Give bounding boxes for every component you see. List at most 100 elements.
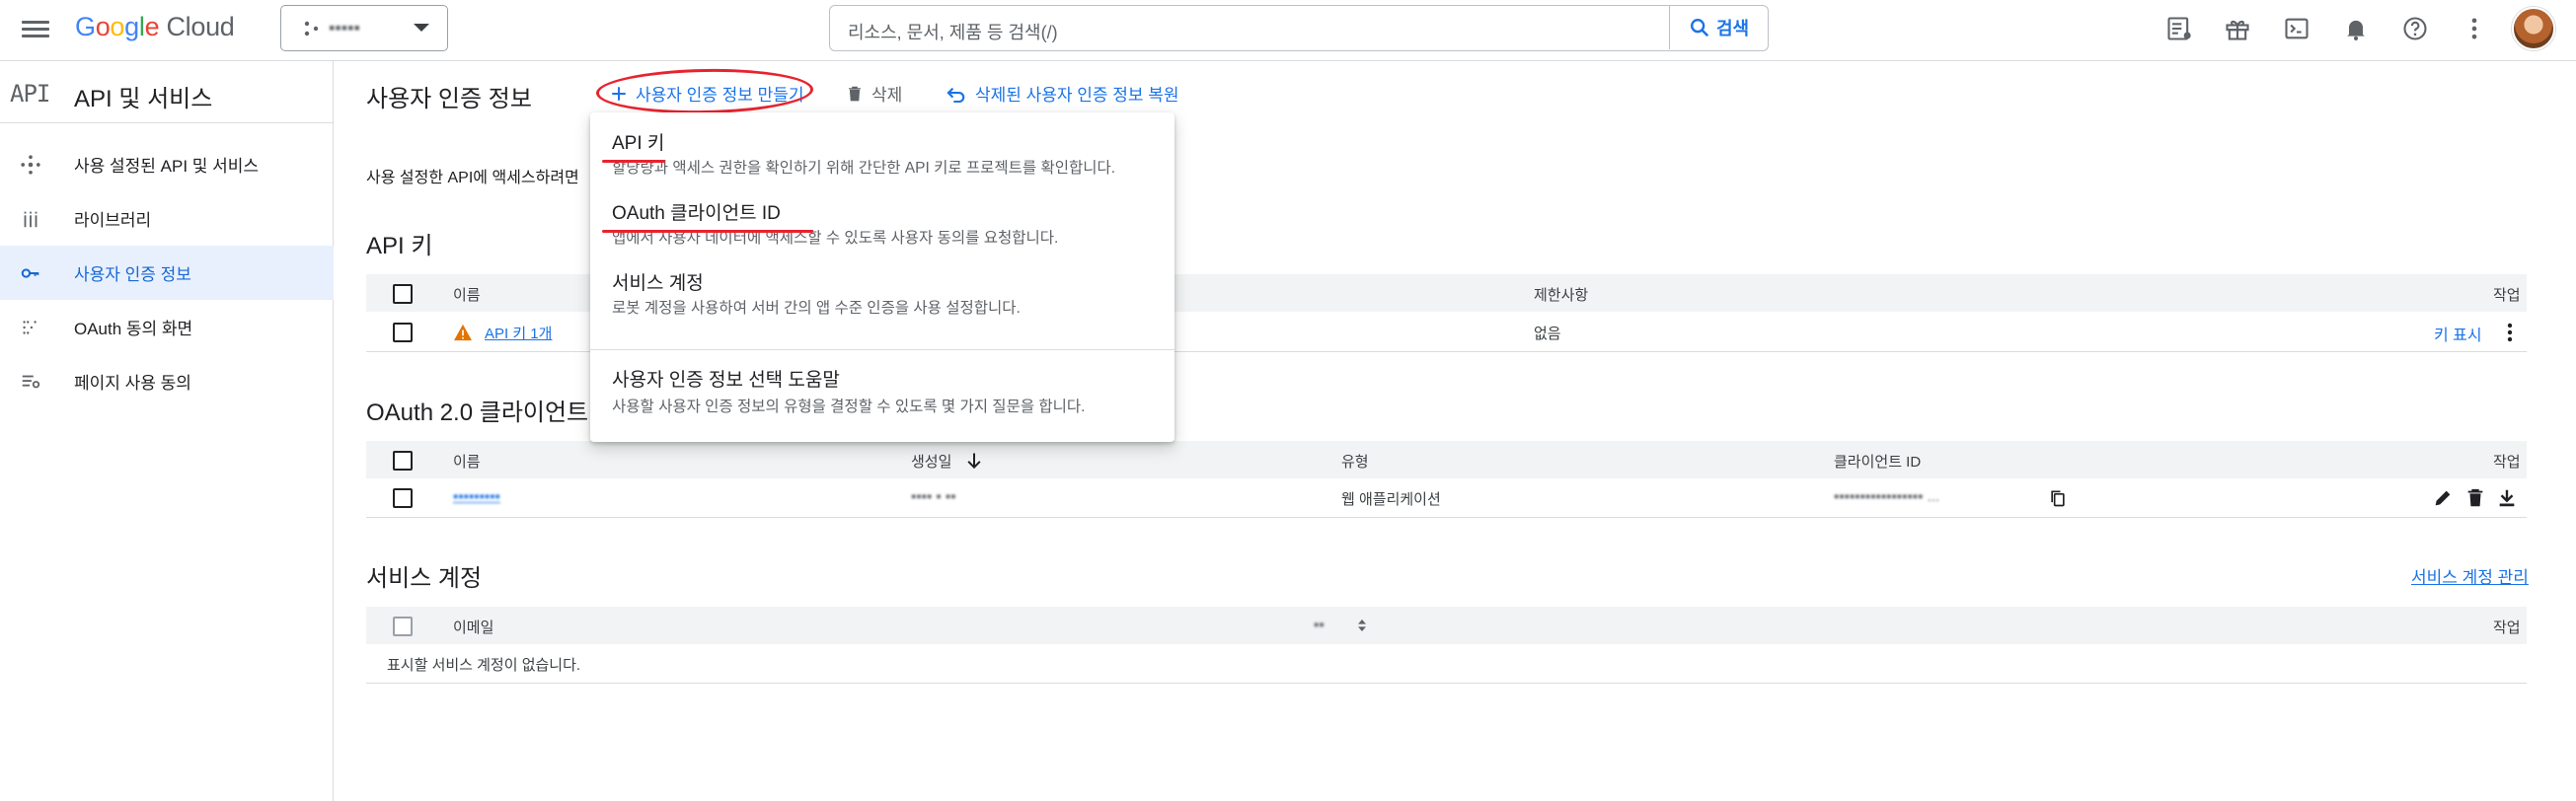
hub-icon [20, 154, 41, 176]
sidebar-item-label: OAuth 동의 화면 [74, 320, 193, 338]
col-restrictions: 제한사항 [1534, 287, 1589, 304]
api-key-link[interactable]: API 키 1개 [485, 323, 552, 343]
sidebar-item-page-usage[interactable]: 페이지 사용 동의 [0, 354, 334, 408]
more-vert-icon[interactable] [2460, 14, 2489, 43]
sidebar-title: API 및 서비스 [74, 86, 213, 112]
sidebar-item-library[interactable]: 라이브러리 [0, 191, 334, 246]
menu-item-desc: 로봇 계정을 사용하여 서버 간의 앱 수준 인증을 사용 설정합니다. [612, 300, 1021, 317]
search-button[interactable]: 검색 [1669, 6, 1768, 49]
intro-text: 사용 설정한 API에 액세스하려면 [366, 170, 579, 186]
sidebar-item-label: 사용 설정된 API 및 서비스 [74, 157, 260, 176]
trash-icon [849, 86, 861, 101]
sort-icon[interactable] [1354, 618, 1370, 633]
settings-list-icon [20, 371, 41, 393]
create-credentials-menu: API 키 할당량과 액세스 권한을 확인하기 위해 간단한 API 키로 프로… [590, 112, 1174, 442]
release-notes-icon[interactable] [2164, 14, 2194, 43]
col-email: 이메일 [453, 619, 494, 636]
restrictions-value: 없음 [1534, 326, 1561, 342]
sidebar-item-oauth-consent[interactable]: OAuth 동의 화면 [0, 300, 334, 354]
search-icon [1690, 19, 1709, 37]
col-actions: 작업 [2493, 287, 2521, 304]
search-button-label: 검색 [1715, 19, 1750, 38]
manage-service-accounts-link[interactable]: 서비스 계정 관리 [2411, 563, 2529, 588]
menu-item-service-account[interactable]: 서비스 계정 로봇 계정을 사용하여 서버 간의 앱 수준 인증을 사용 설정합… [590, 262, 1174, 322]
google-cloud-logo[interactable]: Google Cloud [75, 12, 235, 42]
sidebar: API API 및 서비스 사용 설정된 API 및 서비스 라이브러리 사용자… [0, 61, 334, 801]
terminal-icon[interactable] [2282, 14, 2311, 43]
sidebar-item-label: 페이지 사용 동의 [74, 374, 191, 393]
gift-icon[interactable] [2223, 14, 2252, 43]
search-bar[interactable]: 리소스, 문서, 제품 등 검색(/) 검색 [829, 5, 1769, 51]
menu-item-title: OAuth 클라이언트 ID [612, 203, 781, 224]
restore-deleted-button[interactable]: 삭제된 사용자 인증 정보 복원 [946, 81, 1179, 106]
oauth-table-header: 이름 생성일 유형 클라이언트 ID 작업 [366, 441, 2527, 478]
service-accounts-title: 서비스 계정 [366, 565, 483, 592]
menu-item-title: 사용자 인증 정보 선택 도움말 [612, 370, 840, 391]
row-checkbox[interactable] [393, 323, 413, 342]
menu-item-help-me-choose[interactable]: 사용자 인증 정보 선택 도움말 사용할 사용자 인증 정보의 유형을 결정할 … [590, 355, 1174, 418]
select-all-checkbox[interactable] [393, 617, 413, 636]
sidebar-header: API API 및 서비스 [0, 61, 334, 123]
warning-icon [454, 324, 472, 341]
menu-icon[interactable] [22, 17, 49, 44]
col-name: ▪▪ [1314, 617, 1325, 633]
annotation-circle [595, 67, 814, 115]
col-actions: 작업 [2493, 619, 2521, 636]
select-all-checkbox[interactable] [393, 451, 413, 471]
empty-row: 표시할 서비스 계정이 없습니다. [366, 644, 2527, 684]
top-bar: Google Cloud ▪▪▪▪▪ 리소스, 문서, 제품 등 검색(/) 검… [0, 0, 2576, 61]
client-type: 웹 애플리케이션 [1341, 491, 1441, 508]
menu-item-title: API 키 [612, 133, 665, 154]
client-id: ▪▪▪▪▪▪▪▪▪▪▪▪▪▪▪▪▪ ... [1834, 488, 1940, 505]
annotation-underline [602, 230, 813, 233]
more-vert-icon[interactable] [2498, 320, 2522, 345]
sidebar-item-label: 라이브러리 [74, 211, 152, 230]
show-key-button[interactable]: 키 표시 [2434, 322, 2482, 345]
chevron-down-icon [414, 24, 429, 32]
api-logo: API [10, 80, 50, 108]
row-checkbox[interactable] [393, 488, 413, 508]
col-created[interactable]: 생성일 [911, 451, 951, 472]
created-date: ▪▪▪▪ ▪ ▪▪ [911, 488, 956, 505]
sidebar-item-credentials[interactable]: 사용자 인증 정보 [0, 246, 334, 300]
undo-icon [947, 87, 965, 103]
menu-item-desc: 사용할 사용자 인증 정보의 유형을 결정할 수 있도록 몇 가지 질문을 합니… [612, 399, 1086, 415]
search-input[interactable]: 리소스, 문서, 제품 등 검색(/) [848, 19, 1058, 44]
col-client-id: 클라이언트 ID [1834, 454, 1922, 471]
copy-icon[interactable] [2048, 488, 2068, 508]
col-actions: 작업 [2493, 454, 2521, 471]
bell-icon[interactable] [2341, 14, 2371, 43]
delete-label: 삭제 [871, 86, 903, 105]
service-accounts-table-header: 이메일 ▪▪ 작업 [366, 607, 2527, 644]
oauth-client-link[interactable]: ▪▪▪▪▪▪▪▪▪ [453, 488, 500, 505]
trash-icon[interactable] [2464, 487, 2486, 509]
edit-icon[interactable] [2432, 487, 2454, 509]
select-all-checkbox[interactable] [393, 284, 413, 304]
help-icon[interactable] [2400, 14, 2430, 43]
table-row: ▪▪▪▪▪▪▪▪▪ ▪▪▪▪ ▪ ▪▪ 웹 애플리케이션 ▪▪▪▪▪▪▪▪▪▪▪… [366, 478, 2527, 518]
col-type: 유형 [1341, 454, 1369, 471]
sidebar-item-enabled-apis[interactable]: 사용 설정된 API 및 서비스 [0, 137, 334, 191]
delete-button[interactable]: 삭제 [846, 81, 902, 106]
restore-label: 삭제된 사용자 인증 정보 복원 [975, 86, 1179, 105]
avatar[interactable] [2512, 7, 2555, 50]
sidebar-item-label: 사용자 인증 정보 [74, 265, 191, 284]
project-selector[interactable]: ▪▪▪▪▪ [280, 5, 448, 51]
page-title: 사용자 인증 정보 [366, 86, 532, 112]
project-icon [304, 21, 319, 36]
menu-item-desc: 할당량과 액세스 권한을 확인하기 위해 간단한 API 키로 프로젝트를 확인… [612, 160, 1116, 177]
download-icon[interactable] [2496, 487, 2518, 509]
consent-icon [20, 317, 41, 338]
empty-message: 표시할 서비스 계정이 없습니다. [387, 657, 581, 674]
project-name: ▪▪▪▪▪ [329, 18, 360, 37]
menu-item-title: 서비스 계정 [612, 273, 704, 294]
api-keys-title: API 키 [366, 233, 433, 259]
menu-item-api-key[interactable]: API 키 할당량과 액세스 권한을 확인하기 위해 간단한 API 키로 프로… [590, 122, 1174, 182]
col-name: 이름 [453, 454, 481, 471]
menu-item-oauth-client-id[interactable]: OAuth 클라이언트 ID 앱에서 사용자 데이터에 액세스할 수 있도록 사… [590, 192, 1174, 252]
key-icon [20, 262, 41, 284]
menu-divider [590, 349, 1174, 350]
library-icon [20, 208, 41, 230]
arrow-down-icon[interactable] [964, 450, 984, 472]
annotation-underline [602, 160, 665, 163]
